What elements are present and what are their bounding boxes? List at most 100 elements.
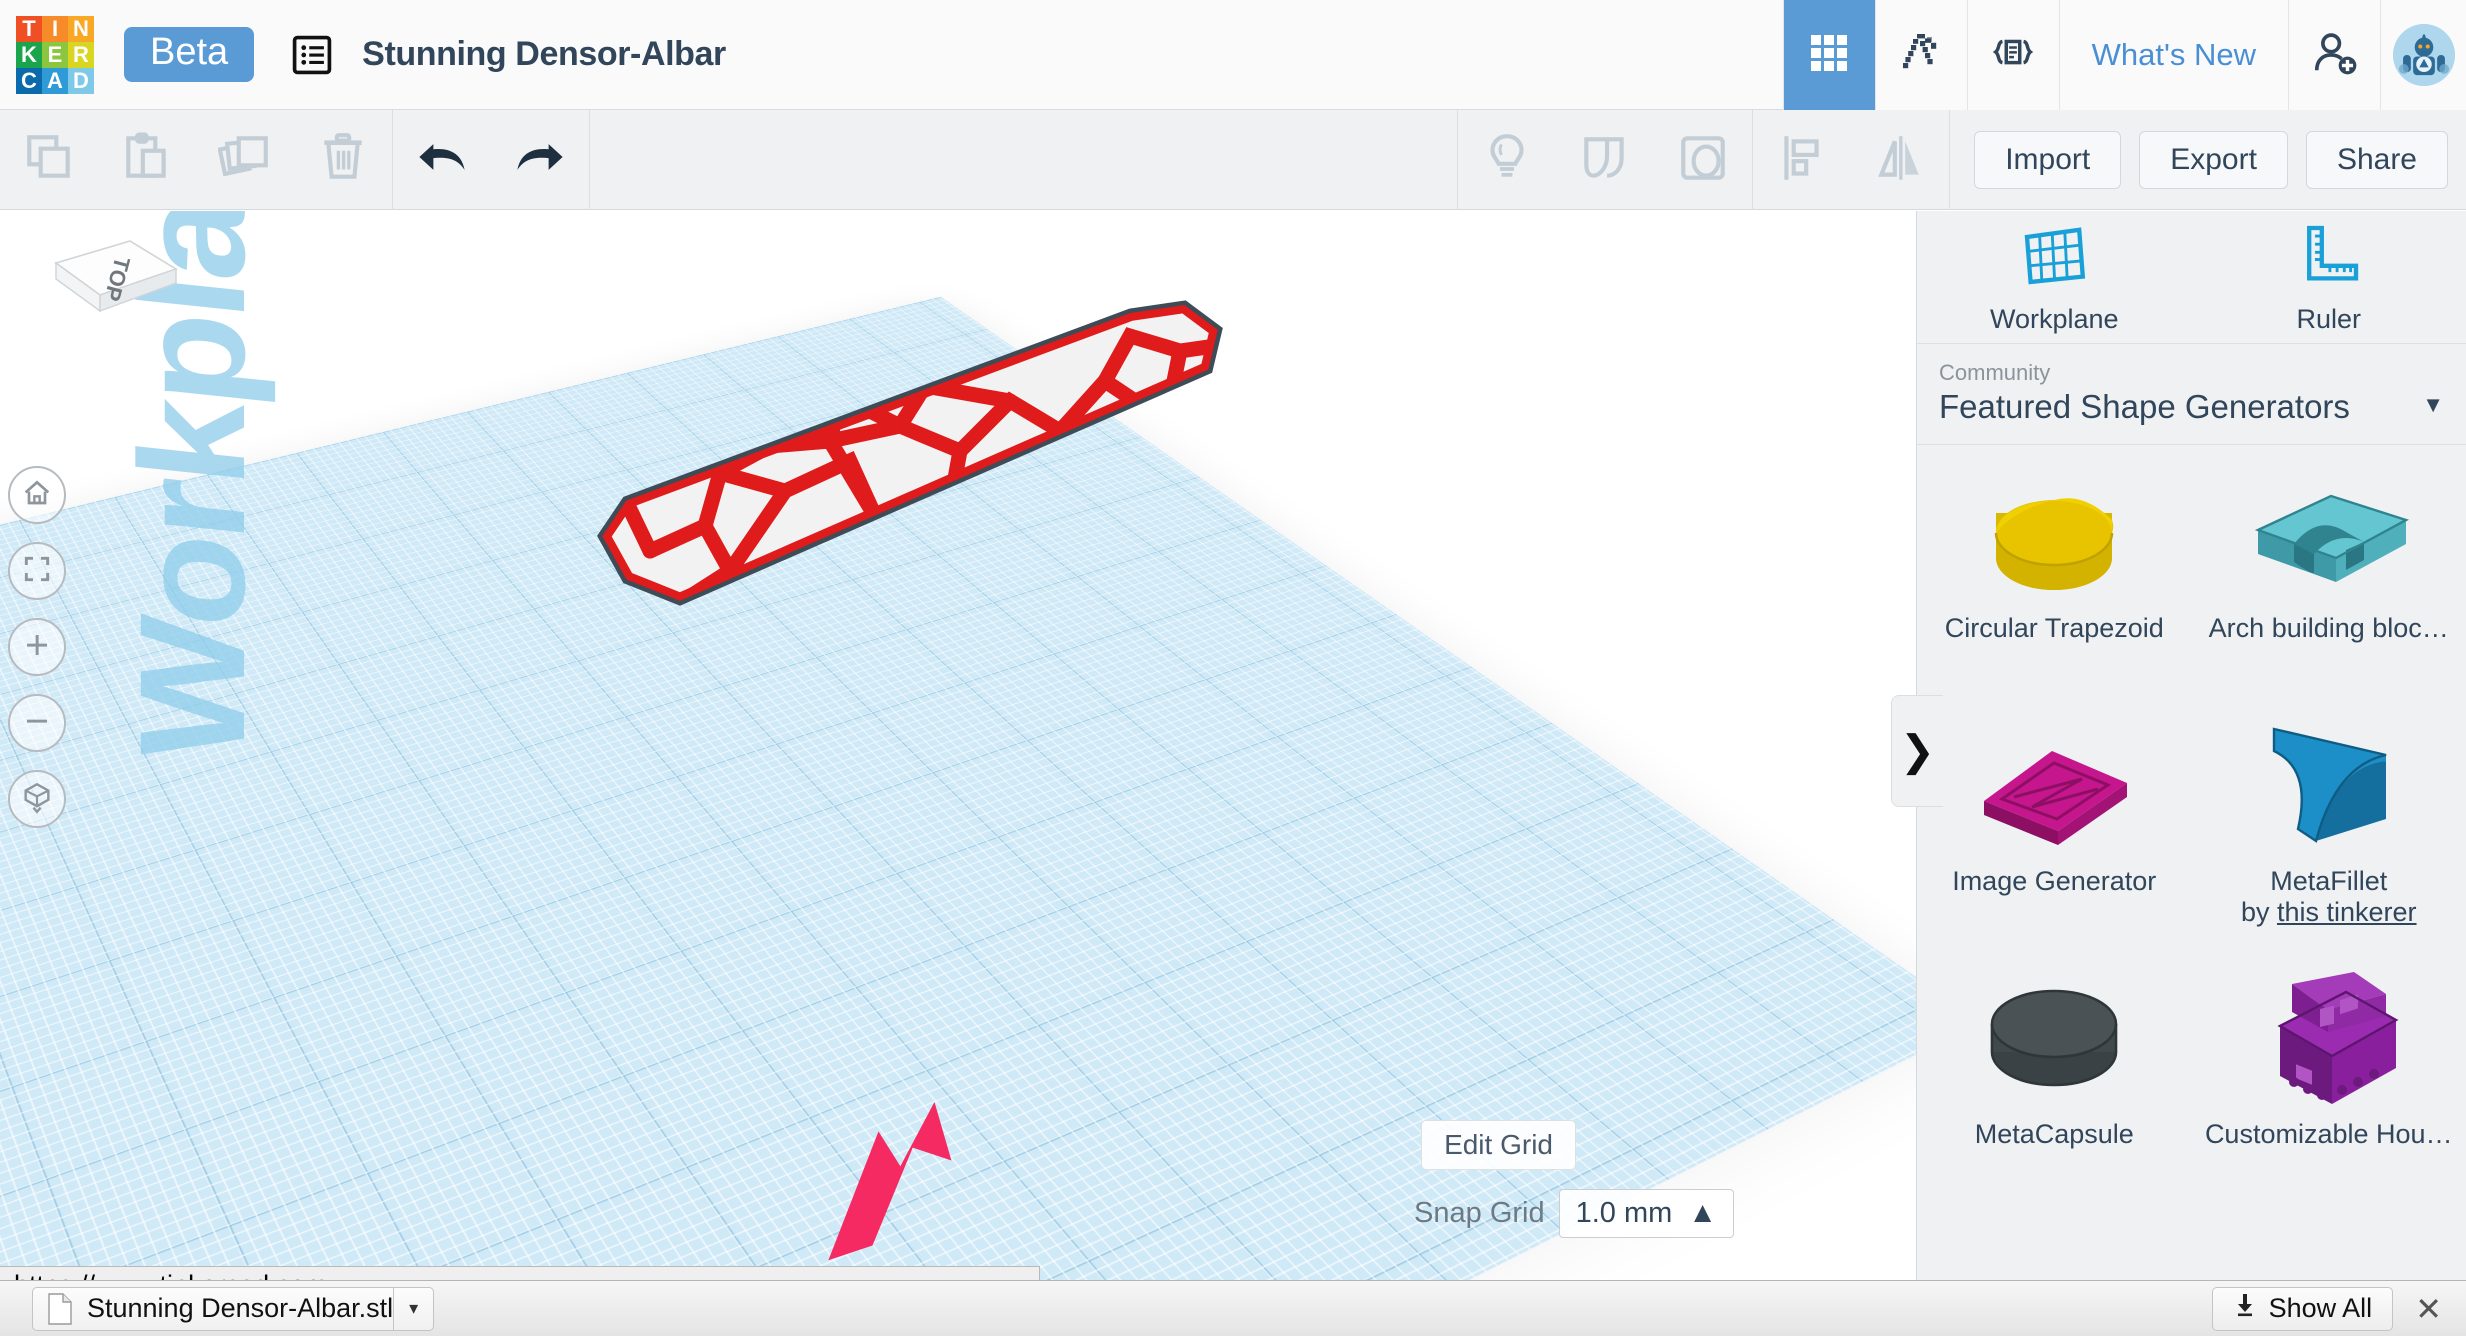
metafillet-thumb [2234,708,2424,858]
pickaxe-icon [1897,29,1945,82]
shape-label: MetaFillet [2204,866,2454,897]
file-icon [47,1293,73,1325]
logo-letter: K [16,42,42,68]
header-right-actions: What's New [1783,0,2466,110]
codeblocks-button[interactable] [1967,0,2059,110]
trash-icon [316,130,370,189]
shape-item-metacapsule[interactable]: MetaCapsule [1917,951,2192,1204]
codeblocks-icon [1988,28,2038,83]
ungroup-icon [1676,131,1730,190]
zoom-out-button[interactable] [8,694,66,752]
panel-collapse-handle[interactable]: ❯ [1891,695,1943,807]
redo-button[interactable] [491,110,589,210]
download-item[interactable]: Stunning Densor-Albar.stl ▾ [32,1287,434,1331]
show-all-label: Show All [2269,1293,2373,1324]
blocks-grid-button[interactable] [1783,0,1875,110]
toolbar-right-group: Import Export Share [1457,110,2466,210]
download-arrow-icon [2233,1292,2257,1325]
logo-letter: N [68,16,94,42]
browser-download-bar: Stunning Densor-Albar.stl ▾ Show All ✕ [0,1280,2466,1336]
shape-item-image-generator[interactable]: Image Generator [1917,698,2192,951]
show-all-downloads-button[interactable]: Show All [2212,1287,2394,1331]
perspective-toggle-button[interactable] [8,770,66,828]
robot-avatar-icon [2393,24,2455,86]
delete-button[interactable] [294,110,392,210]
whats-new-link[interactable]: What's New [2059,0,2288,110]
edit-grid-button[interactable]: Edit Grid [1421,1120,1576,1170]
caret-up-icon: ▲ [1688,1197,1717,1230]
shape-author-prefix: by [2241,897,2277,927]
home-icon [21,477,53,514]
workplane-tool[interactable]: Workplane [1917,211,2192,343]
home-view-button[interactable] [8,466,66,524]
shape-label: Arch building bloc… [2204,613,2454,644]
workplane-grid-icon [2018,219,2090,296]
toolbar-divider [589,110,590,210]
download-bar-actions: Show All ✕ [2212,1287,2442,1331]
beta-button[interactable]: Beta [124,27,254,83]
share-button[interactable]: Share [2306,131,2448,189]
workplane-tool-label: Workplane [1990,304,2119,335]
minus-icon [21,705,53,742]
paste-icon [120,130,174,189]
export-button[interactable]: Export [2139,131,2288,189]
shape-generators-section-header[interactable]: Community Featured Shape Generators ▼ [1917,344,2466,445]
logo-letter: C [16,68,42,94]
shape-item-circular-trapezoid[interactable]: Circular Trapezoid [1917,445,2192,698]
shape-author: by this tinkerer [2241,897,2417,928]
user-avatar-button[interactable] [2380,0,2466,110]
download-menu-caret-icon[interactable]: ▾ [393,1288,433,1330]
paste-button[interactable] [98,110,196,210]
undo-button[interactable] [393,110,491,210]
shapes-panel: Workplane Ruler Community Featured Shape… [1916,211,2466,1280]
logo-letter: T [16,16,42,42]
group-button[interactable] [1556,110,1654,210]
shape-generators-grid: Circular Trapezoid Arch building bloc… [1917,445,2466,1204]
section-eyebrow: Community [1939,360,2444,386]
minecraft-button[interactable] [1875,0,1967,110]
zoom-in-button[interactable] [8,618,66,676]
shape-author-link[interactable]: this tinkerer [2277,897,2417,927]
tinkercad-logo[interactable]: T I N K E R C A D [16,16,94,94]
align-icon [1775,131,1829,190]
mirror-button[interactable] [1851,110,1949,210]
viewport-nav-controls [8,466,66,828]
ruler-icon [2293,219,2365,296]
cube-perspective-icon [20,780,54,819]
align-button[interactable] [1753,110,1851,210]
lightbulb-icon [1480,131,1534,190]
ruler-tool[interactable]: Ruler [2192,211,2466,343]
3d-viewport[interactable]: Workplane TOP [0,211,1916,1280]
logo-letter: I [42,16,68,42]
fit-frame-icon [21,553,53,590]
group-icon [1578,131,1632,190]
document-title[interactable]: Stunning Densor-Albar [362,35,726,74]
visibility-button[interactable] [1458,110,1556,210]
workplane-grid[interactable] [0,297,1916,1280]
redo-arrow-icon [512,129,568,190]
fit-to-view-button[interactable] [8,542,66,600]
shape-label: Image Generator [1929,866,2179,897]
shape-item-customizable-house[interactable]: Customizable Hou… [2192,951,2466,1204]
shape-item-metafillet[interactable]: MetaFillet by this tinkerer [2192,698,2466,951]
logo-letter: D [68,68,94,94]
project-list-icon[interactable] [290,33,334,77]
shape-item-arch-building-block[interactable]: Arch building bloc… [2192,445,2466,698]
image-generator-thumb [1959,708,2149,858]
invite-people-button[interactable] [2288,0,2380,110]
metacapsule-thumb [1959,961,2149,1111]
download-filename: Stunning Densor-Albar.stl [87,1293,393,1324]
view-cube[interactable]: TOP [48,233,183,351]
edit-toolbar: Import Export Share [0,110,2466,210]
copy-icon [22,130,76,189]
duplicate-button[interactable] [196,110,294,210]
shape-label: MetaCapsule [1929,1119,2179,1150]
snap-grid-dropdown[interactable]: 1.0 mm ▲ [1559,1189,1734,1238]
shape-label: Customizable Hou… [2204,1119,2454,1150]
import-button[interactable]: Import [1974,131,2121,189]
copy-button[interactable] [0,110,98,210]
history-tools-group [393,110,589,210]
ungroup-button[interactable] [1654,110,1752,210]
ruler-tool-label: Ruler [2296,304,2361,335]
close-download-bar-button[interactable]: ✕ [2415,1293,2442,1325]
